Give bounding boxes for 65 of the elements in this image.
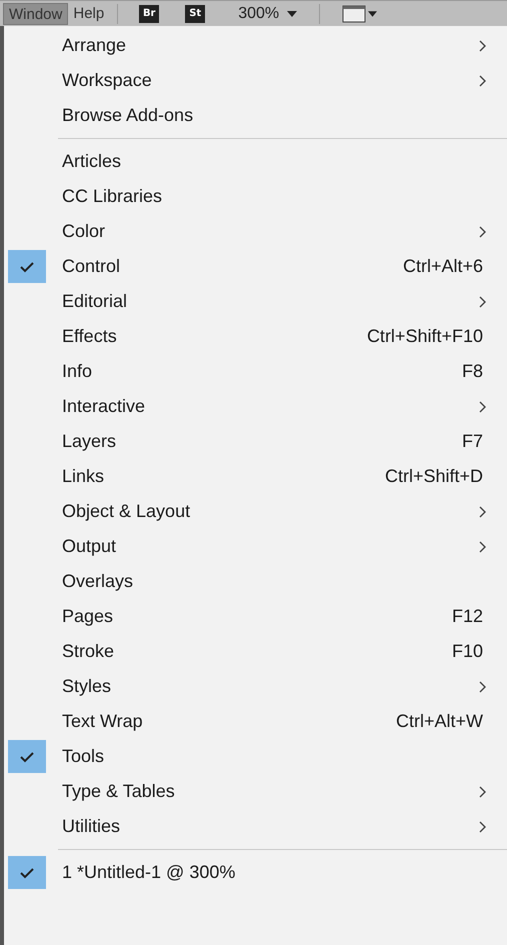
- menu-item-label: CC Libraries: [62, 185, 162, 208]
- menu-item[interactable]: Pages F12: [4, 599, 507, 634]
- menu-item[interactable]: Arrange: [4, 28, 507, 63]
- menu-item-label: Color: [62, 220, 106, 243]
- menu-item[interactable]: Utilities: [4, 809, 507, 844]
- menu-item-label: Editorial: [62, 290, 128, 313]
- menu-item[interactable]: Object & Layout: [4, 494, 507, 529]
- menu-item-label: Pages: [62, 605, 114, 628]
- shortcut-text: F12: [452, 605, 483, 628]
- menu-item-label: Control: [62, 255, 120, 278]
- menu-item-label: Text Wrap: [62, 710, 143, 733]
- menu-item[interactable]: Workspace: [4, 63, 507, 98]
- menu-item[interactable]: CC Libraries: [4, 179, 507, 214]
- menu-item[interactable]: Browse Add-ons: [4, 98, 507, 133]
- menu-item[interactable]: Output: [4, 529, 507, 564]
- menu-item[interactable]: Effects Ctrl+Shift+F10: [4, 319, 507, 354]
- shortcut-text: Ctrl+Alt+6: [402, 255, 483, 278]
- menu-item[interactable]: Interactive: [4, 389, 507, 424]
- menu-item-label: Styles: [62, 675, 112, 698]
- shortcut-text: F10: [452, 640, 483, 663]
- menu-title[interactable]: Help: [68, 2, 110, 24]
- zoom-dropdown[interactable]: 300%: [238, 2, 298, 26]
- menu-item-label: Workspace: [62, 69, 152, 92]
- menu-item-label: Object & Layout: [62, 500, 190, 523]
- menu-item[interactable]: Links Ctrl+Shift+D: [4, 459, 507, 494]
- menu-item-label: Arrange: [62, 34, 126, 57]
- menu-item-label: Info: [62, 360, 92, 383]
- menu-item[interactable]: Layers F7: [4, 424, 507, 459]
- screen-mode-button[interactable]: [342, 4, 378, 22]
- menu-item-label: Effects: [62, 325, 117, 348]
- shortcut-text: Ctrl+Alt+W: [396, 710, 483, 733]
- menu-item[interactable]: Info F8: [4, 354, 507, 389]
- shortcut-text: Ctrl+Shift+D: [384, 465, 483, 488]
- menu-item[interactable]: Articles: [4, 144, 507, 179]
- menu-item-label: Interactive: [62, 395, 146, 418]
- menu-item[interactable]: Control Ctrl+Alt+6: [4, 249, 507, 284]
- menu-item-label: Stroke: [62, 640, 114, 663]
- app-launch-button[interactable]: St: [185, 4, 206, 22]
- shortcut-text: Ctrl+Shift+F10: [366, 325, 483, 348]
- menu-item-label: Articles: [62, 150, 122, 173]
- menu-item[interactable]: Stroke F10: [4, 634, 507, 669]
- menu-item-label: Browse Add-ons: [62, 104, 194, 127]
- menu-item-label: Type & Tables: [62, 780, 175, 803]
- menu-item-label: Utilities: [62, 815, 120, 838]
- shortcut-text: F8: [462, 360, 483, 383]
- menu-item[interactable]: 1 *Untitled-1 @ 300%: [4, 855, 507, 890]
- menu-item[interactable]: Overlays: [4, 564, 507, 599]
- app-launch-button[interactable]: Br: [139, 4, 160, 22]
- menu-item-label: Links: [62, 465, 104, 488]
- menu-item[interactable]: Text Wrap Ctrl+Alt+W: [4, 704, 507, 739]
- menu-item-label: Tools: [62, 745, 104, 768]
- menu-item[interactable]: Tools: [4, 739, 507, 774]
- menu-item-label: Overlays: [62, 570, 134, 593]
- menu-item[interactable]: Type & Tables: [4, 774, 507, 809]
- menu-item[interactable]: Styles: [4, 669, 507, 704]
- menu-item-label: Layers: [62, 430, 116, 453]
- menu-item[interactable]: Color: [4, 214, 507, 249]
- menu-item-label: 1 *Untitled-1 @ 300%: [62, 861, 236, 884]
- shortcut-text: F7: [462, 430, 483, 453]
- screen-mode-icon: [342, 4, 366, 22]
- caret-icon: [368, 10, 378, 16]
- caret-icon: [287, 10, 298, 16]
- menu-item-label: Output: [62, 535, 116, 558]
- menu-title[interactable]: Window: [3, 2, 68, 24]
- menu-item[interactable]: Editorial: [4, 284, 507, 319]
